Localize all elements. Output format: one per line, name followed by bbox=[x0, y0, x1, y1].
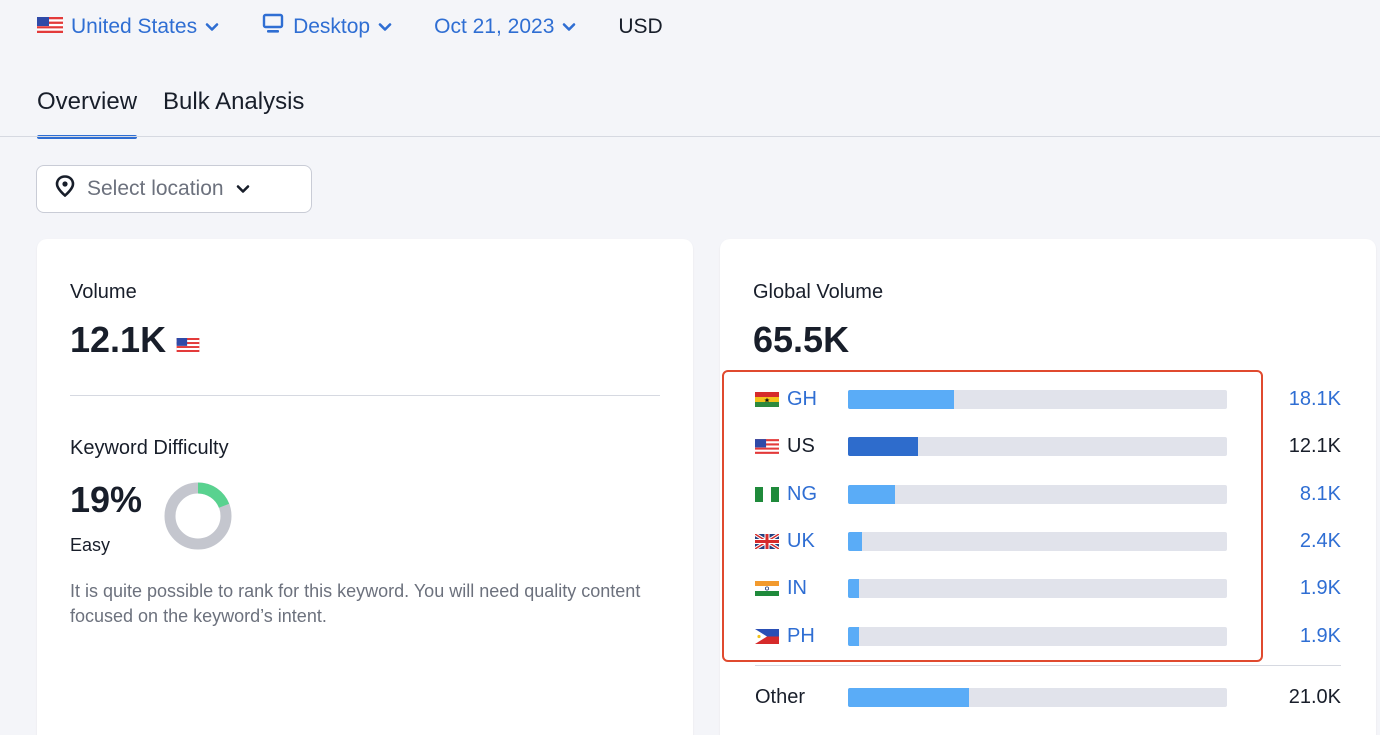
volume-number: 12.1K bbox=[70, 319, 167, 360]
volume-bar-fill-us bbox=[848, 436, 919, 456]
volume-bar-track bbox=[848, 531, 1227, 551]
volume-bar-fill-gh bbox=[848, 389, 955, 409]
nigeria-flag-icon bbox=[755, 486, 779, 502]
country-filter-label: United States bbox=[71, 15, 198, 38]
other-label: Other bbox=[755, 685, 806, 708]
country-row-ph: PH 1.9K bbox=[755, 621, 1341, 651]
country-link-gh[interactable]: GH bbox=[787, 388, 847, 411]
chevron-down-icon bbox=[378, 20, 392, 34]
date-filter-label: Oct 21, 2023 bbox=[434, 15, 555, 38]
ghana-flag-icon bbox=[755, 391, 779, 407]
global-volume-label: Global Volume bbox=[753, 281, 884, 303]
chevron-down-icon bbox=[236, 182, 250, 196]
location-select-placeholder: Select location bbox=[87, 177, 224, 200]
india-flag-icon bbox=[755, 580, 779, 596]
keyword-difficulty-label: Keyword Difficulty bbox=[70, 437, 229, 459]
uk-flag-icon bbox=[754, 532, 780, 550]
chevron-down-icon bbox=[562, 20, 576, 34]
filters-bar: United States Desktop Oct 21, 2023 USD bbox=[37, 10, 663, 44]
us-flag-icon bbox=[755, 438, 779, 454]
philippines-flag-icon bbox=[755, 628, 779, 644]
country-link-ph[interactable]: PH bbox=[787, 625, 847, 648]
country-row-uk: UK 2.4K bbox=[754, 526, 1341, 556]
country-row-other: Other 21.0K bbox=[755, 682, 1341, 712]
keyword-difficulty-donut bbox=[163, 481, 233, 556]
keyword-difficulty-level: Easy bbox=[70, 535, 111, 555]
volume-bar-track bbox=[848, 687, 1227, 707]
tab-bulk-analysis[interactable]: Bulk Analysis bbox=[163, 88, 304, 130]
volume-bar-track bbox=[848, 389, 1227, 409]
other-divider bbox=[755, 665, 1341, 666]
country-volume-uk[interactable]: 2.4K bbox=[1300, 530, 1341, 553]
device-filter-label: Desktop bbox=[293, 15, 371, 38]
country-volume-ph[interactable]: 1.9K bbox=[1300, 625, 1341, 648]
global-volume-value: 65.5K bbox=[753, 319, 850, 360]
us-flag-icon bbox=[176, 319, 200, 361]
us-flag-icon bbox=[37, 15, 63, 39]
other-volume: 21.0K bbox=[1288, 685, 1341, 708]
location-pin-icon bbox=[55, 175, 75, 203]
keyword-difficulty-value: 19% bbox=[70, 479, 143, 520]
global-volume-card: Global Volume 65.5K GH 18.1K US 12.1K NG… bbox=[720, 239, 1376, 735]
tabs-divider bbox=[0, 136, 1380, 137]
volume-bar-track bbox=[848, 484, 1227, 504]
date-filter[interactable]: Oct 21, 2023 bbox=[434, 15, 576, 39]
volume-bar-fill-other bbox=[848, 687, 970, 707]
volume-bar-track bbox=[848, 436, 1227, 456]
country-volume-in[interactable]: 1.9K bbox=[1300, 577, 1341, 600]
tabs: Overview Bulk Analysis bbox=[37, 88, 304, 139]
country-volume-us: 12.1K bbox=[1288, 434, 1341, 457]
desktop-icon bbox=[261, 13, 285, 41]
country-link-in[interactable]: IN bbox=[787, 577, 847, 600]
country-link-uk[interactable]: UK bbox=[787, 530, 847, 553]
country-row-gh: GH 18.1K bbox=[755, 384, 1341, 414]
volume-divider bbox=[70, 395, 660, 396]
country-link-ng[interactable]: NG bbox=[787, 483, 847, 506]
country-filter[interactable]: United States bbox=[37, 15, 219, 39]
country-volume-ng[interactable]: 8.1K bbox=[1300, 483, 1341, 506]
country-label-us: US bbox=[787, 434, 815, 457]
volume-bar-fill-uk bbox=[848, 531, 863, 551]
volume-bar-fill-ng bbox=[848, 484, 895, 504]
country-row-in: IN 1.9K bbox=[755, 573, 1341, 603]
location-select[interactable]: Select location bbox=[36, 165, 312, 213]
volume-bar-fill-ph bbox=[848, 626, 859, 646]
currency-label: USD bbox=[618, 15, 663, 38]
country-row-ng: NG 8.1K bbox=[755, 479, 1341, 509]
volume-bar-track bbox=[848, 578, 1227, 598]
device-filter[interactable]: Desktop bbox=[261, 13, 392, 41]
chevron-down-icon bbox=[205, 20, 219, 34]
volume-card: Volume 12.1K Keyword Difficulty 19% Easy… bbox=[37, 239, 693, 735]
volume-bar-fill-in bbox=[848, 578, 859, 598]
country-row-us: US 12.1K bbox=[755, 431, 1341, 461]
volume-bar-track bbox=[848, 626, 1227, 646]
keyword-difficulty-description: It is quite possible to rank for this ke… bbox=[70, 581, 641, 626]
country-volume-gh[interactable]: 18.1K bbox=[1289, 388, 1341, 411]
volume-value: 12.1K bbox=[70, 319, 200, 361]
volume-label: Volume bbox=[70, 281, 137, 303]
tab-overview[interactable]: Overview bbox=[37, 88, 138, 139]
